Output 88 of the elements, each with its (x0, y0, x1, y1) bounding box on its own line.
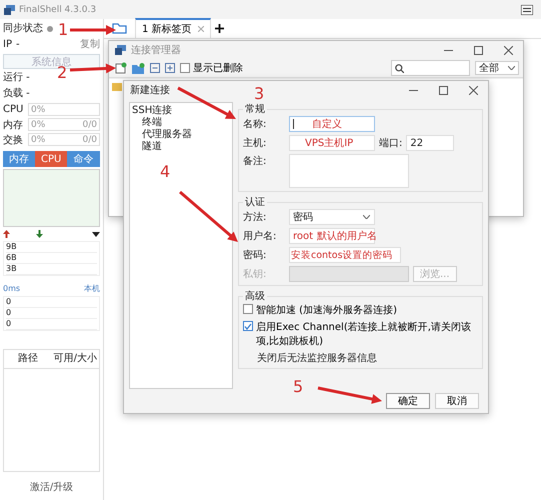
window-title: 连接管理器 (131, 44, 181, 57)
dropdown-icon[interactable] (92, 232, 100, 236)
meter-label: 交换 (3, 134, 24, 146)
field-label: 主机: (243, 136, 268, 150)
meter-extra: 0/0 (82, 134, 98, 144)
step-number: 1 (58, 20, 68, 39)
app-icon (4, 4, 15, 14)
step-number: 5 (293, 377, 304, 396)
field-label: 私钥: (243, 268, 268, 281)
axis-label: 9B (6, 242, 97, 253)
axis-label: 0 (6, 319, 97, 330)
collapse-icon[interactable] (150, 63, 160, 73)
close-icon[interactable] (198, 26, 204, 32)
expand-icon[interactable] (165, 63, 175, 73)
password-field[interactable]: 安装contos设置的密码 (289, 247, 401, 263)
option-note: 关闭后无法监控服务器信息 (257, 352, 377, 365)
status-dot (47, 26, 53, 32)
meter-reading: 0% (30, 134, 46, 144)
chevron-down-icon (508, 66, 515, 70)
meter-reading: 0% (30, 120, 46, 130)
group-title: 常规 (244, 102, 266, 116)
name-field[interactable]: 自定义 (289, 116, 375, 132)
arrow (318, 386, 382, 404)
host-label: 本机 (84, 283, 100, 295)
upload-arrow-icon (3, 230, 10, 238)
tree-item[interactable]: SSH连接 (132, 105, 230, 117)
column-header[interactable]: 可用/大小 (52, 350, 99, 368)
tree-item[interactable]: 代理服务器 (132, 129, 230, 141)
chevron-down-icon (363, 215, 370, 219)
ok-button[interactable]: 确定 (386, 393, 430, 409)
step-number: 3 (254, 84, 264, 103)
field-label: 备注: (243, 154, 268, 168)
ip-value: - (16, 38, 20, 52)
remark-field[interactable] (289, 154, 409, 188)
new-file-icon[interactable] (115, 62, 127, 74)
window-title: 新建连接 (130, 84, 170, 97)
sync-label: 同步状态 (3, 22, 43, 36)
axis-label: 3B (6, 264, 97, 275)
download-arrow-icon (36, 230, 43, 238)
activate-link[interactable]: 激活/升级 (3, 474, 100, 500)
group-title: 认证 (244, 196, 266, 209)
field-label: 端口: (379, 136, 402, 150)
folder-icon[interactable] (112, 23, 127, 34)
option-checkbox[interactable]: 智能加速 (加速海外服务器连接) (243, 303, 476, 317)
field-label: 名称: (243, 118, 268, 131)
search-icon (395, 64, 404, 72)
checkmark-icon (244, 322, 252, 330)
ip-label: IP (3, 38, 12, 52)
cancel-button[interactable]: 取消 (435, 393, 479, 409)
axis-label: 0 (6, 308, 97, 319)
port-field[interactable]: 22 (406, 135, 454, 151)
meter-extra: 0/0 (82, 120, 98, 130)
monitor-tab[interactable]: CPU (35, 151, 68, 167)
username-field[interactable]: root 默认的用户名 (289, 228, 375, 244)
app-title: FinalShell 4.3.0.3 (19, 4, 96, 14)
field-label: 用户名: (243, 230, 278, 243)
filter-dropdown[interactable]: 全部 (475, 61, 519, 75)
meter-reading: 0% (30, 104, 46, 114)
meter-label: CPU (3, 104, 24, 115)
search-field[interactable] (391, 60, 470, 76)
arrow (70, 25, 116, 35)
axis-label: 0 (6, 297, 97, 308)
host-field[interactable]: VPS主机IP (289, 135, 375, 151)
show-deleted-checkbox[interactable]: 显示已删除 (180, 61, 243, 75)
stat-text: 负载 - (3, 88, 30, 100)
tree-item[interactable]: 隧道 (132, 141, 230, 153)
add-tab-icon[interactable] (214, 24, 224, 33)
step-number: 4 (160, 162, 170, 181)
method-dropdown[interactable]: 密码 (289, 209, 375, 225)
session-tab[interactable]: 1 新标签页 (135, 18, 211, 38)
window-icon (115, 45, 126, 55)
field-label: 密码: (243, 248, 268, 262)
axis-label: 6B (6, 253, 97, 264)
menu-icon[interactable] (521, 4, 533, 14)
arrow (70, 63, 116, 74)
new-folder-icon[interactable] (132, 62, 145, 74)
meter-label: 内存 (3, 118, 24, 132)
copy-link[interactable]: 复制 (80, 38, 100, 52)
option-checkbox[interactable]: 启用Exec Channel(若连接上就被断开,请关闭该项,比如跳板机) (243, 320, 476, 348)
arrow (179, 190, 238, 242)
tree-item[interactable]: 终端 (132, 117, 230, 129)
group-title: 高级 (244, 290, 266, 303)
field-label: 方法: (243, 210, 268, 224)
stat-text: 运行 - (3, 72, 30, 84)
arrow (177, 86, 236, 119)
folder-icon (112, 82, 122, 92)
column-header[interactable]: 路径 (4, 350, 52, 368)
ping-label: 0ms (3, 283, 20, 295)
